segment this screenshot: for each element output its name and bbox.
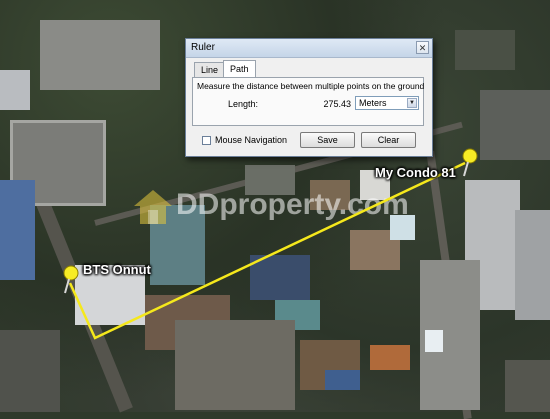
pushpin-icon[interactable] (459, 148, 481, 178)
dialog-titlebar[interactable]: Ruler ✕ (186, 39, 432, 58)
clear-button-label: Clear (377, 135, 400, 145)
clear-button[interactable]: Clear (361, 132, 416, 148)
close-icon: ✕ (418, 43, 427, 53)
dialog-title: Ruler (191, 42, 215, 53)
path-panel: Measure the distance between multiple po… (192, 77, 424, 126)
unit-selected-value: Meters (359, 98, 387, 108)
pushpin-icon[interactable] (60, 265, 82, 295)
tab-path[interactable]: Path (223, 60, 256, 78)
condo-label: My Condo 81 (375, 165, 456, 180)
mouse-navigation-checkbox[interactable] (202, 136, 211, 145)
unit-select[interactable]: Meters ▼ (355, 96, 419, 110)
length-label: Length: (228, 99, 259, 109)
save-button-label: Save (317, 135, 338, 145)
tab-line[interactable]: Line (194, 62, 226, 77)
tab-label: Path (230, 64, 249, 74)
ruler-dialog: Ruler ✕ Line Path Measure the distance b… (185, 38, 433, 157)
station-label: BTS Onnut (83, 262, 151, 277)
mouse-navigation-label: Mouse Navigation (215, 135, 288, 145)
description-text: Measure the distance between multiple po… (197, 81, 425, 91)
dropdown-arrow-icon[interactable]: ▼ (407, 98, 417, 108)
close-button[interactable]: ✕ (416, 41, 429, 54)
tab-label: Line (201, 65, 219, 75)
length-value: 275.43 (323, 99, 351, 109)
save-button[interactable]: Save (300, 132, 355, 148)
